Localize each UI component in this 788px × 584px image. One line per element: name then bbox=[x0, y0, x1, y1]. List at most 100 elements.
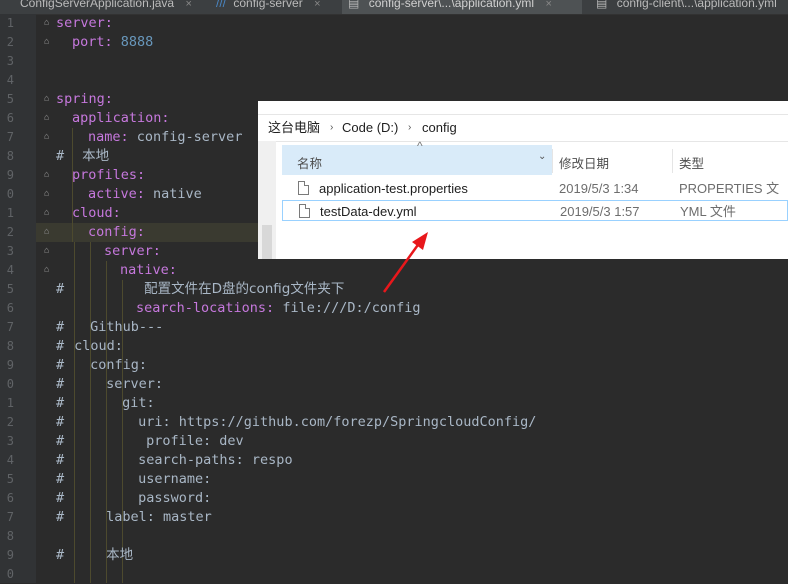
fold-marker-icon[interactable]: ⌂ bbox=[44, 113, 52, 123]
fold-marker-icon[interactable]: ⌂ bbox=[44, 170, 52, 180]
fold-marker-icon[interactable]: ⌂ bbox=[44, 37, 52, 47]
sort-ascending-icon: ^ bbox=[417, 139, 423, 153]
comment-text: username: bbox=[138, 471, 212, 487]
breadcrumb-this-pc[interactable]: 这台电脑 bbox=[268, 115, 320, 141]
comment-text: 本地 bbox=[106, 547, 134, 563]
chevron-down-icon[interactable]: ⌄ bbox=[538, 151, 546, 162]
line-number: 0 bbox=[6, 187, 14, 201]
address-bar[interactable]: 这台电脑 › Code (D:) › config bbox=[258, 114, 788, 142]
comment-text: profile: dev bbox=[146, 433, 244, 449]
line-number: 5 bbox=[6, 282, 14, 296]
close-icon[interactable]: × bbox=[545, 0, 551, 10]
line-number: 6 bbox=[6, 111, 14, 125]
breadcrumb-separator-icon: › bbox=[330, 122, 334, 133]
line-number: 5 bbox=[6, 472, 14, 486]
fold-marker-icon[interactable]: ⌂ bbox=[44, 227, 52, 237]
line-number: 1 bbox=[6, 396, 14, 410]
line-number: 2 bbox=[6, 35, 14, 49]
column-header-type[interactable]: 类型 bbox=[679, 153, 704, 172]
tab-label: config-server bbox=[233, 0, 303, 10]
comment-hash: # bbox=[56, 433, 65, 449]
line-number: 4 bbox=[6, 73, 14, 87]
comment-hash: # bbox=[56, 490, 65, 506]
yaml-file-icon: ▤ bbox=[596, 0, 608, 10]
yaml-key: native: bbox=[120, 262, 177, 278]
file-row-selected[interactable]: testData-dev.yml 2019/5/3 1:57 YML 文件 bbox=[282, 200, 788, 221]
line-number: 8 bbox=[6, 339, 14, 353]
yaml-value: file:///D:/config bbox=[282, 300, 421, 316]
tab-label: config-client\...\application.yml bbox=[616, 0, 777, 10]
line-number: 6 bbox=[6, 301, 14, 315]
breadcrumb-drive[interactable]: Code (D:) bbox=[342, 115, 398, 141]
fold-marker-icon[interactable]: ⌂ bbox=[44, 246, 52, 256]
comment-hash: # bbox=[56, 338, 65, 354]
line-number: 8 bbox=[6, 149, 14, 163]
comment-text: Github--- bbox=[90, 319, 164, 335]
comment-hash: # bbox=[56, 148, 65, 164]
column-header-name[interactable]: ^ 名称 ⌄ bbox=[282, 139, 552, 175]
fold-marker-icon[interactable]: ⌂ bbox=[44, 132, 52, 142]
yaml-value: config-server bbox=[136, 129, 243, 145]
yaml-key: server: bbox=[56, 15, 113, 31]
line-number: 5 bbox=[6, 92, 14, 106]
file-date: 2019/5/3 1:34 bbox=[559, 181, 639, 196]
line-number: 4 bbox=[6, 453, 14, 467]
column-divider[interactable] bbox=[552, 149, 553, 173]
breadcrumb-config[interactable]: config bbox=[422, 115, 457, 141]
yaml-key: application: bbox=[72, 110, 170, 126]
nav-scrollbar-thumb[interactable] bbox=[262, 225, 272, 259]
comment-hash: # bbox=[56, 471, 65, 487]
comment-hash: # bbox=[56, 414, 65, 430]
line-number: 7 bbox=[6, 510, 14, 524]
module-icon: /// bbox=[216, 0, 227, 10]
file-date: 2019/5/3 1:57 bbox=[560, 204, 640, 219]
tab-label: config-server\...\application.yml bbox=[368, 0, 535, 10]
fold-marker-icon[interactable]: ⌂ bbox=[44, 265, 52, 275]
yaml-key: server: bbox=[104, 243, 161, 259]
line-number: 9 bbox=[6, 168, 14, 182]
column-divider[interactable] bbox=[672, 149, 673, 173]
yaml-key: port: bbox=[72, 34, 113, 50]
tab-config-server[interactable]: /// config-server × bbox=[210, 0, 336, 14]
line-number: 3 bbox=[6, 54, 14, 68]
comment-text: uri: https://github.com/forezp/Springclo… bbox=[138, 414, 537, 430]
line-number: 2 bbox=[6, 225, 14, 239]
comment-text: search-paths: respo bbox=[138, 452, 293, 468]
line-number: 9 bbox=[6, 548, 14, 562]
fold-marker-icon[interactable]: ⌂ bbox=[44, 189, 52, 199]
comment-text: git: bbox=[122, 395, 155, 411]
line-number-gutter: 1 2 3 4 5 6 7 8 9 0 1 2 3 4 5 6 7 8 9 0 … bbox=[0, 14, 36, 583]
breadcrumb-separator-icon: › bbox=[408, 122, 412, 133]
code-editor[interactable]: 1 2 3 4 5 6 7 8 9 0 1 2 3 4 5 6 7 8 9 0 … bbox=[0, 14, 788, 583]
navigation-pane bbox=[258, 141, 276, 259]
close-icon[interactable]: × bbox=[314, 0, 320, 10]
line-number: 6 bbox=[6, 491, 14, 505]
yaml-key: spring: bbox=[56, 91, 113, 107]
comment-text: password: bbox=[138, 490, 212, 506]
file-name: testData-dev.yml bbox=[320, 204, 417, 219]
column-header-date[interactable]: 修改日期 bbox=[559, 153, 609, 172]
fold-marker-icon[interactable]: ⌂ bbox=[44, 208, 52, 218]
yaml-key: search-locations: bbox=[136, 300, 275, 316]
fold-marker-icon[interactable]: ⌂ bbox=[44, 18, 52, 28]
yaml-key: cloud: bbox=[72, 205, 121, 221]
tab-config-server-application-yml[interactable]: ▤ config-server\...\application.yml × bbox=[342, 0, 582, 14]
line-number: 7 bbox=[6, 130, 14, 144]
comment-text: config: bbox=[90, 357, 148, 373]
tab-config-client-application-yml[interactable]: ▤ config-client\...\application.yml bbox=[590, 0, 788, 14]
fold-marker-icon[interactable]: ⌂ bbox=[44, 94, 52, 104]
line-number: 7 bbox=[6, 320, 14, 334]
file-type: YML 文件 bbox=[680, 204, 736, 219]
comment-hash: # bbox=[56, 281, 65, 297]
comment-text: 本地 bbox=[82, 148, 110, 164]
yaml-key: active: bbox=[88, 186, 145, 202]
column-header-name-label: 名称 bbox=[297, 157, 323, 171]
line-number: 9 bbox=[6, 358, 14, 372]
yaml-key: profiles: bbox=[72, 167, 146, 183]
comment-text: label: master bbox=[106, 509, 212, 525]
comment-hash: # bbox=[56, 319, 65, 335]
file-row[interactable]: application-test.properties 2019/5/3 1:3… bbox=[282, 178, 788, 217]
tab-config-server-application-java[interactable]: ConfigServerApplication.java × bbox=[4, 0, 200, 14]
file-icon bbox=[298, 181, 309, 195]
close-icon[interactable]: × bbox=[185, 0, 191, 10]
